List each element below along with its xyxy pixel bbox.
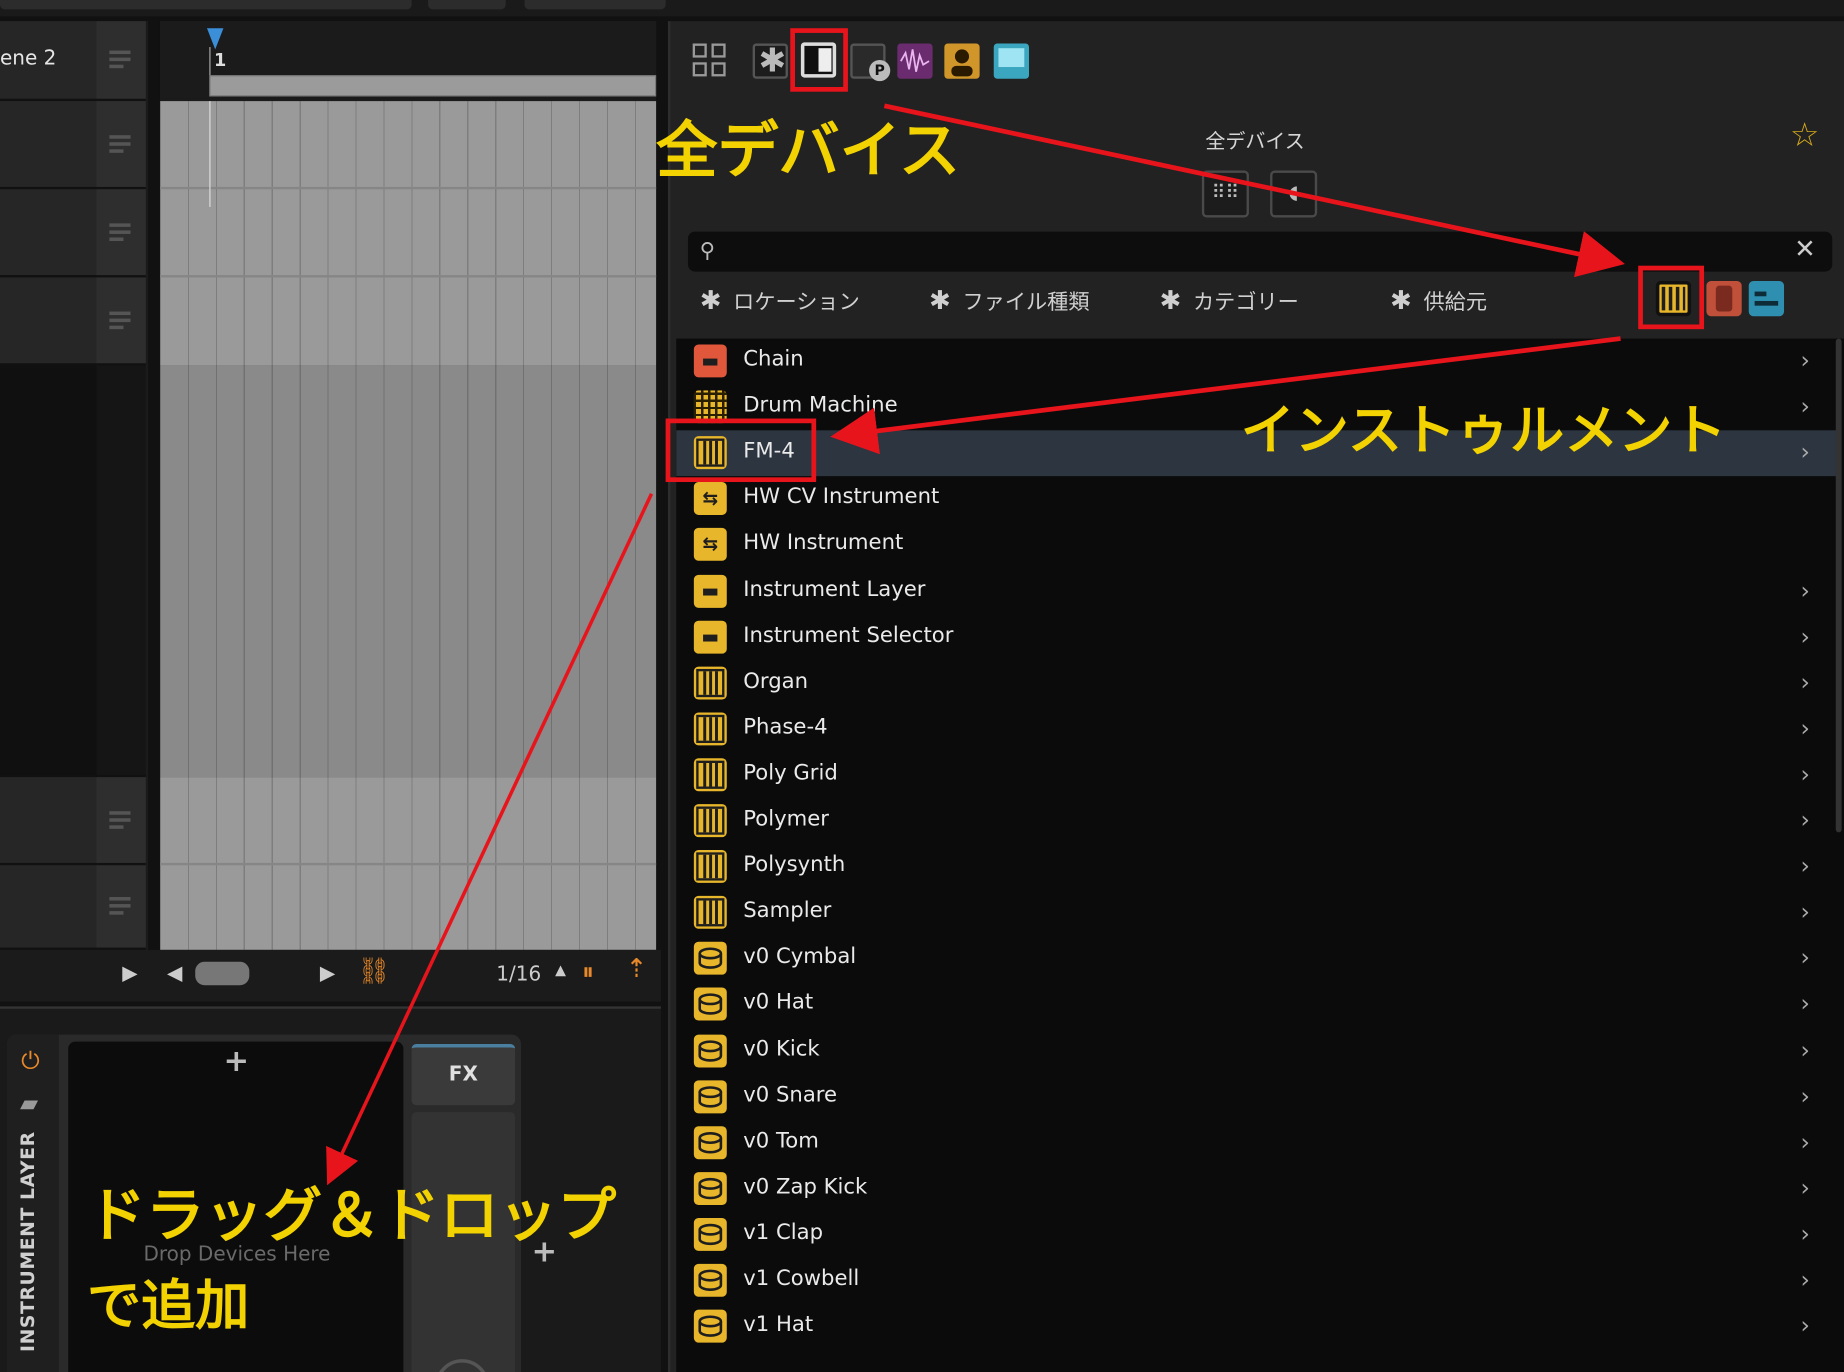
annotation-all-devices: 全デバイス <box>656 116 961 187</box>
annotation-arrows <box>326 103 1625 1186</box>
annotation-drag-drop: ドラッグ＆ドロップ <box>87 1181 617 1250</box>
daw-window: ene 2 1 ▶ ◀ ▶ ⛓ 1/16 ▲ ⏸ ⇡ ⏻ ▰ INSTRUMEN… <box>0 0 1844 1372</box>
annotation-instrument: インストゥルメント <box>1240 398 1727 463</box>
annotation-add: で追加 <box>87 1273 250 1337</box>
